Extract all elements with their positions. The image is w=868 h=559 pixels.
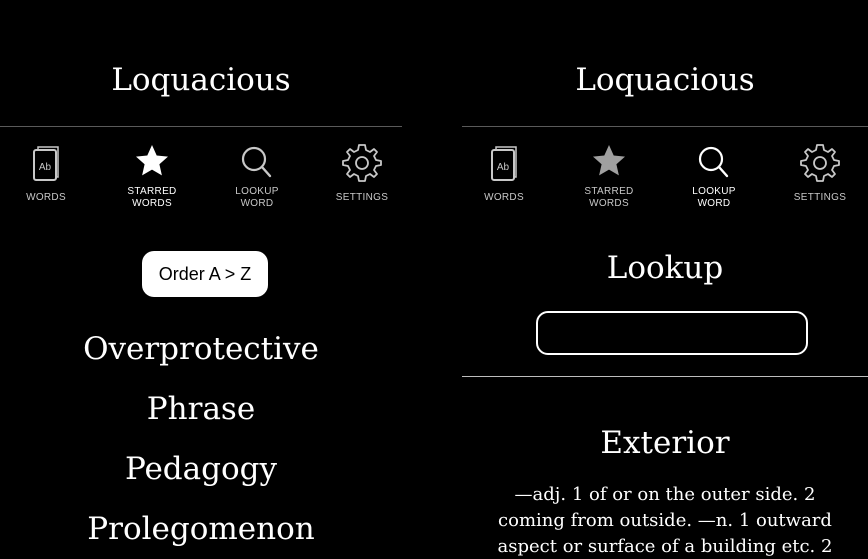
- gear-icon: [800, 144, 840, 182]
- book-icon: Ab: [491, 146, 517, 181]
- tab-settings-label: SETTINGS: [793, 192, 847, 203]
- star-icon: [136, 145, 168, 176]
- list-item[interactable]: Pedagogy: [0, 440, 402, 500]
- starred-word-list: Overprotective Phrase Pedagogy Prolegome…: [0, 320, 402, 559]
- search-icon: [698, 146, 729, 178]
- result-definition: —adj. 1 of or on the outer side. 2 comin…: [497, 484, 833, 557]
- gear-icon: [342, 144, 382, 182]
- list-item[interactable]: Phrase: [0, 380, 402, 440]
- header-divider: [462, 126, 868, 127]
- book-icon: Ab: [33, 146, 59, 181]
- star-icon: [593, 145, 625, 176]
- order-toggle-button[interactable]: Order A > Z: [142, 251, 268, 297]
- lookup-word-screen: Loquacious Ab WORDS STARRED WORDS LOOKUP…: [462, 0, 868, 559]
- lookup-divider: [462, 376, 868, 377]
- search-icon: [241, 146, 272, 178]
- tab-lookup-label: LOOKUP WORD: [235, 186, 279, 209]
- tab-starred-words[interactable]: STARRED WORDS: [561, 140, 657, 210]
- tab-starred-words[interactable]: STARRED WORDS: [104, 140, 200, 210]
- list-item[interactable]: Overprotective: [0, 320, 402, 380]
- tab-starred-label: STARRED WORDS: [584, 186, 634, 209]
- svg-text:Ab: Ab: [497, 162, 510, 173]
- tab-words-label: WORDS: [26, 192, 66, 203]
- tab-settings-label: SETTINGS: [335, 192, 389, 203]
- svg-text:Ab: Ab: [39, 162, 52, 173]
- tab-words-label: WORDS: [484, 192, 524, 203]
- result-word: Exterior: [600, 425, 730, 461]
- starred-words-screen: Loquacious Ab WORDS STARRED WORDS LOOKUP…: [0, 0, 402, 559]
- lookup-input[interactable]: [536, 311, 808, 355]
- tab-settings[interactable]: SETTINGS: [314, 140, 402, 204]
- header-divider: [0, 126, 402, 127]
- tab-lookup-word[interactable]: LOOKUP WORD: [666, 140, 762, 210]
- app-title: Loquacious: [111, 62, 291, 98]
- lookup-heading: Lookup: [606, 250, 724, 286]
- tab-starred-label: STARRED WORDS: [127, 186, 177, 209]
- tab-bar: Ab WORDS STARRED WORDS LOOKUP WORD SETTI…: [462, 140, 868, 220]
- tab-lookup-label: LOOKUP WORD: [692, 186, 736, 209]
- list-item[interactable]: Prolegomenon: [0, 500, 402, 559]
- tab-settings[interactable]: SETTINGS: [772, 140, 868, 204]
- app-title: Loquacious: [575, 62, 755, 98]
- tab-lookup-word[interactable]: LOOKUP WORD: [209, 140, 305, 210]
- tab-words[interactable]: Ab WORDS: [0, 140, 94, 204]
- tab-words[interactable]: Ab WORDS: [462, 140, 552, 204]
- tab-bar: Ab WORDS STARRED WORDS LOOKUP WORD SETTI…: [0, 140, 402, 220]
